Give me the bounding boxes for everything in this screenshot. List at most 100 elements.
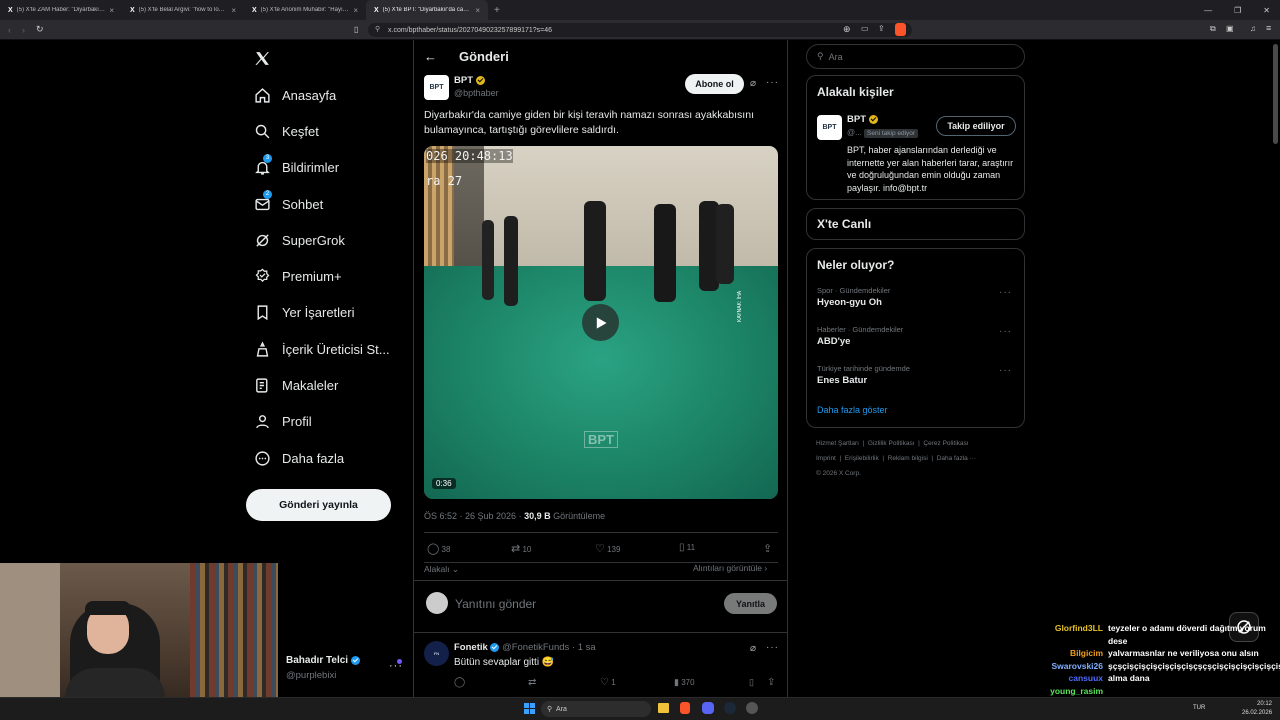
zoom-icon[interactable]: ⊕ [843, 24, 851, 35]
reply-grok-icon[interactable]: ⌀ [750, 643, 756, 654]
related-name[interactable]: BPT [847, 114, 878, 125]
sidebar-item-bookmarks[interactable]: Yer İşaretleri [246, 295, 406, 331]
steam-icon[interactable] [724, 702, 736, 714]
post-more-icon[interactable]: ··· [766, 77, 779, 88]
sidebar-item-premium[interactable]: Premium+ [246, 258, 406, 294]
reply-action[interactable]: ◯ 38 [427, 542, 450, 555]
trends-card: Neler oluyor? Spor · Gündemdekiler Hyeon-… [806, 248, 1025, 428]
browser-tab[interactable]: X(5) X'te Belal Argivi: "how to lose a g… [122, 0, 244, 20]
reply-reply-icon[interactable]: ◯ [454, 677, 465, 688]
restore-icon[interactable]: ❐ [1234, 6, 1241, 15]
share-icon[interactable]: ⇪ [763, 542, 772, 555]
sidebar-item-creator[interactable]: İçerik Üreticisi St... [246, 331, 406, 367]
search-icon: ⚲ [817, 51, 824, 61]
browser-tab[interactable]: X (5) X'te BPT: "Diyarbakır'da cami... × [366, 0, 488, 20]
back-arrow-icon[interactable]: ← [424, 49, 437, 64]
sidebar-item-profile[interactable]: Profil [246, 404, 406, 440]
reply-avatar[interactable]: FN [424, 641, 449, 666]
sidebar-item-chat[interactable]: 2 Sohbet [246, 186, 406, 222]
bookmark-action[interactable]: ▯ 11 [679, 542, 695, 553]
reply-repost-icon[interactable]: ⇄ [528, 677, 536, 688]
related-avatar[interactable]: BPT [817, 115, 842, 140]
cast-icon[interactable]: ▭ [861, 24, 869, 33]
browser-tab-bar: X(5) X'te ZAM Haber: "Diyarbakır'da h...… [0, 0, 1280, 20]
post-actions: ◯ 38 ⇄ 10 ♡ 139 ▯ 11 ⇪ [427, 542, 777, 556]
media-icon[interactable]: ♫ [1250, 24, 1256, 33]
footer-link[interactable]: Imprint [816, 455, 836, 462]
sidebar-item-grok[interactable]: SuperGrok [246, 222, 406, 258]
close-tab-icon[interactable]: × [231, 6, 236, 15]
sort-dropdown[interactable]: Alakalı ⌄ [424, 564, 459, 575]
sidebar-item-explore[interactable]: Keşfet [246, 113, 406, 149]
trend-more-icon[interactable]: ··· [999, 287, 1012, 298]
sidebar-item-articles[interactable]: Makaleler [246, 367, 406, 403]
menu-icon[interactable]: ≡ [1266, 23, 1271, 33]
trend-more-icon[interactable]: ··· [999, 365, 1012, 376]
reply-share-icon[interactable]: ⇪ [767, 677, 775, 688]
file-explorer-icon[interactable] [658, 703, 669, 713]
reply-button[interactable]: Yanıtla [724, 593, 777, 614]
like-action[interactable]: ♡ 139 [595, 542, 620, 555]
sidebar-item-home[interactable]: Anasayfa [246, 77, 406, 113]
reply-like-action[interactable]: ♡ 1 [600, 677, 616, 688]
forward-icon[interactable]: › [22, 25, 25, 35]
brave-icon[interactable] [680, 702, 690, 714]
following-button[interactable]: Takip ediliyor [936, 116, 1016, 136]
reload-icon[interactable]: ↻ [36, 24, 44, 35]
footer-link[interactable]: Reklam bilgisi [888, 455, 928, 462]
search-input[interactable]: ⚲ Ara [806, 44, 1025, 69]
browser-tab[interactable]: X(5) X'te ZAM Haber: "Diyarbakır'da h...… [0, 0, 122, 20]
reply-views-action[interactable]: ▮ 370 [674, 677, 695, 688]
author-avatar[interactable]: BPT [424, 75, 449, 100]
x-live-card[interactable]: X'te Canlı [806, 208, 1025, 240]
clock[interactable]: 20:12 26.02.2026 [1242, 700, 1272, 718]
sidebar-item-label: Makaleler [282, 378, 339, 394]
play-icon[interactable] [582, 304, 619, 341]
trend-more-icon[interactable]: ··· [999, 326, 1012, 337]
author-handle[interactable]: @bpthaber [454, 88, 499, 98]
show-more-link[interactable]: Daha fazla göster [817, 405, 888, 415]
share-icon[interactable]: ⇪ [878, 24, 885, 33]
minimize-icon[interactable]: — [1204, 6, 1212, 15]
obs-icon[interactable] [746, 702, 758, 714]
reply-input[interactable]: Yanıtını gönder [455, 597, 536, 611]
sidebar-item-more[interactable]: Daha fazla [246, 440, 406, 476]
browser-tab[interactable]: X(5) X'te Anonim Muhabir: "Hayır süt...× [244, 0, 366, 20]
reply-more-icon[interactable]: ··· [766, 642, 779, 653]
repost-action[interactable]: ⇄ 10 [511, 542, 531, 555]
chat-message: Swarovski26 şçşçişçişçişçişçişçişçşçşçişç… [1005, 660, 1280, 673]
footer-link[interactable]: Gizlilik Politikası [868, 440, 915, 447]
footer-link[interactable]: Çerez Politikası [923, 440, 968, 447]
windows-start-icon[interactable] [524, 703, 535, 714]
reply-bookmark-icon[interactable]: ▯ [749, 677, 754, 688]
close-tab-icon[interactable]: × [353, 6, 358, 15]
extensions-icon[interactable]: ⧉ [1210, 24, 1216, 34]
footer-link[interactable]: Daha fazla ··· [937, 455, 976, 462]
new-tab-button[interactable]: + [488, 5, 506, 16]
close-tab-icon[interactable]: × [475, 6, 480, 15]
grok-icon[interactable]: ⌀ [750, 78, 756, 89]
account-status-dot [397, 659, 402, 664]
subscribe-button[interactable]: Abone ol [685, 74, 744, 94]
view-quotes-link[interactable]: Alıntıları görüntüle › [693, 563, 767, 573]
taskbar-search[interactable]: ⚲ Ara [541, 701, 651, 717]
author-name[interactable]: BPT [454, 75, 485, 86]
back-icon[interactable]: ‹ [8, 25, 11, 35]
discord-icon[interactable] [702, 702, 714, 714]
site-info-icon[interactable]: ⚲ [375, 25, 380, 33]
close-tab-icon[interactable]: × [109, 6, 114, 15]
address-bar[interactable]: ⚲ x.com/bpthaber/status/2027049023257899… [368, 23, 912, 37]
sidebar-item-notifications[interactable]: 3 Bildirimler [246, 150, 406, 186]
close-icon[interactable]: ✕ [1263, 6, 1270, 15]
wallet-icon[interactable]: ▣ [1226, 24, 1234, 33]
post-button[interactable]: Gönderi yayınla [246, 489, 391, 521]
footer-link[interactable]: Erişilebilirlik [845, 455, 879, 462]
post-video[interactable]: 026 20:48:13 ra 27 KAYNAK: İHA BPT 0:36 [424, 146, 778, 499]
account-name[interactable]: Bahadır Telci [286, 655, 360, 666]
page-scrollbar[interactable] [1273, 44, 1278, 144]
language-indicator[interactable]: TUR [1193, 705, 1205, 711]
x-logo-icon[interactable] [254, 50, 271, 72]
footer-link[interactable]: Hizmet Şartları [816, 440, 859, 447]
brave-shield-icon[interactable] [895, 23, 906, 36]
bookmark-page-icon[interactable]: ▯ [354, 25, 358, 34]
